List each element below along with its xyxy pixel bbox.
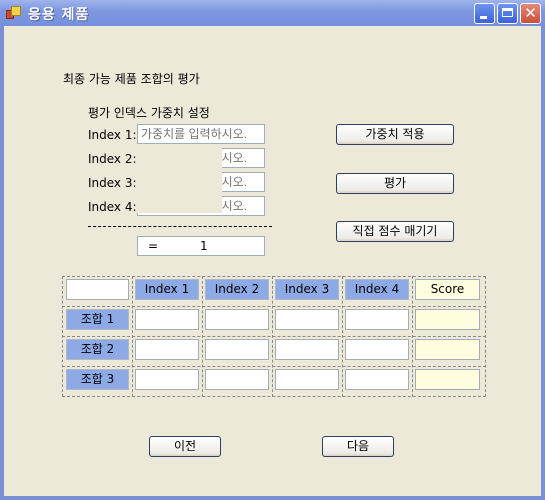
close-icon: ✕ [524,4,537,22]
window-title: 응용 제품 [28,7,90,23]
weights-section-label: 평가 인덱스 가중치 설정 [88,106,210,120]
sum-equals: = [148,239,159,253]
table-corner-cell[interactable] [66,279,129,300]
sum-value: 1 [200,239,208,253]
row-header-combination-3: 조합 3 [66,369,129,390]
row-header-combination-2: 조합 2 [66,339,129,360]
cell-combination-1-score[interactable] [415,309,480,330]
index-4-label: Index 4: [88,200,137,214]
application-icon [6,6,21,19]
cell-combination-2-index-4[interactable] [345,339,409,360]
maximize-button[interactable] [497,3,518,24]
cell-combination-3-index-1[interactable] [135,369,199,390]
column-header-index-1: Index 1 [135,279,199,300]
column-header-index-3: Index 3 [275,279,339,300]
cell-combination-2-score[interactable] [415,339,480,360]
close-button[interactable]: ✕ [520,3,541,24]
cell-combination-3-index-3[interactable] [275,369,339,390]
cell-combination-1-index-3[interactable] [275,309,339,330]
apply-weights-button[interactable]: 가중치 적용 [336,124,454,145]
cell-combination-1-index-2[interactable] [205,309,269,330]
page-heading: 최종 가능 제품 조합의 평가 [63,72,200,86]
column-header-index-2: Index 2 [205,279,269,300]
next-button[interactable]: 다음 [322,436,394,457]
index-3-label: Index 3: [88,176,137,190]
cell-combination-2-index-1[interactable] [135,339,199,360]
row-header-combination-1: 조합 1 [66,309,129,330]
cell-combination-3-score[interactable] [415,369,480,390]
manual-score-button[interactable]: 직접 점수 매기기 [336,221,454,242]
cell-combination-2-index-3[interactable] [275,339,339,360]
index-2-label: Index 2: [88,152,137,166]
title-bar[interactable]: 응용 제품 ✕ [0,0,545,26]
column-header-score: Score [415,279,480,300]
grid-line [62,336,486,337]
index-1-label: Index 1: [88,128,137,142]
sum-divider [88,226,272,227]
cell-combination-3-index-4[interactable] [345,369,409,390]
weight-sum-field: = 1 [137,236,265,256]
evaluate-button[interactable]: 평가 [336,173,454,194]
cell-combination-2-index-2[interactable] [205,339,269,360]
grid-line [62,366,486,367]
cell-combination-1-index-4[interactable] [345,309,409,330]
previous-button[interactable]: 이전 [149,436,221,457]
column-header-index-4: Index 4 [345,279,409,300]
minimize-button[interactable] [474,3,495,24]
cell-combination-1-index-1[interactable] [135,309,199,330]
grid-line [62,306,486,307]
cell-combination-3-index-2[interactable] [205,369,269,390]
index-1-weight-input[interactable] [137,124,265,144]
overlapping-panel [137,148,222,213]
